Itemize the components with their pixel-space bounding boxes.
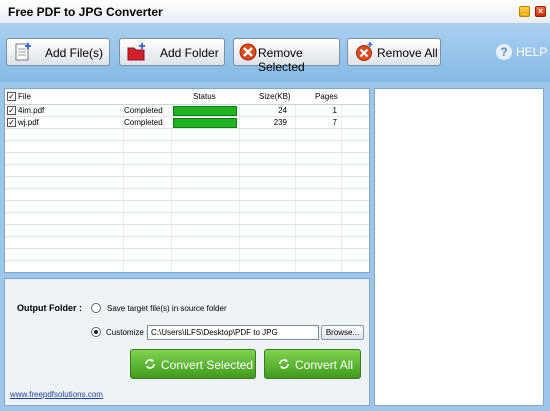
title-bar: Free PDF to JPG Converter _ × — [0, 0, 550, 24]
remove-selected-label: Remove Selected — [258, 46, 305, 74]
window-title: Free PDF to JPG Converter — [8, 5, 163, 19]
row-checkbox[interactable]: ✓ — [7, 118, 16, 127]
help-button[interactable]: ? HELP — [496, 44, 547, 60]
empty-row — [5, 201, 369, 213]
status-text: Completed — [124, 106, 163, 115]
file-list: ✓ File Status Size(KB) Pages ✓ 4im.pdf Com… — [4, 88, 370, 273]
output-panel: Output Folder : Save target file(s) in s… — [4, 278, 370, 406]
empty-row — [5, 261, 369, 272]
add-files-label: Add File(s) — [45, 46, 104, 60]
row-checkbox[interactable]: ✓ — [7, 106, 16, 115]
file-size: 239 — [273, 118, 287, 127]
convert-selected-label: Convert Selected — [161, 358, 254, 372]
output-path-field[interactable]: C:\Users\ILFS\Desktop\PDF to JPG — [147, 325, 319, 340]
close-button[interactable]: × — [535, 6, 546, 17]
minimize-button[interactable]: _ — [519, 6, 530, 17]
column-pages[interactable]: Pages — [315, 92, 338, 101]
help-label: HELP — [516, 45, 548, 59]
customize-label[interactable]: Customize : — [106, 328, 148, 337]
empty-row — [5, 249, 369, 261]
empty-row — [5, 237, 369, 249]
page-count: 7 — [332, 118, 337, 127]
empty-row — [5, 213, 369, 225]
empty-row — [5, 189, 369, 201]
empty-row — [5, 225, 369, 237]
column-status[interactable]: Status — [193, 92, 216, 101]
convert-icon — [279, 359, 289, 369]
empty-row — [5, 153, 369, 165]
browse-button[interactable]: Browse... — [321, 325, 364, 340]
convert-icon — [145, 359, 155, 369]
close-icon: × — [537, 6, 544, 16]
source-folder-radio[interactable] — [91, 303, 101, 313]
preview-pane — [374, 88, 544, 406]
convert-all-label: Convert All — [295, 358, 354, 372]
customize-radio[interactable] — [91, 327, 101, 337]
table-row[interactable]: ✓ 4im.pdf Completed 24 1 — [5, 105, 369, 117]
file-list-header: ✓ File Status Size(KB) Pages — [5, 89, 369, 105]
add-files-button[interactable]: Add File(s) — [6, 38, 110, 66]
minimize-icon: _ — [521, 6, 527, 16]
website-link[interactable]: www.freepdfsolutions.com — [10, 390, 103, 399]
column-size[interactable]: Size(KB) — [259, 92, 291, 101]
convert-selected-button[interactable]: Convert Selected — [130, 349, 256, 379]
column-file[interactable]: File — [18, 92, 31, 101]
empty-row — [5, 177, 369, 189]
add-file-icon — [15, 43, 31, 61]
table-row[interactable]: ✓ wj.pdf Completed 239 7 — [5, 117, 369, 129]
progress-bar — [173, 118, 237, 128]
status-text: Completed — [124, 118, 163, 127]
remove-icon — [239, 43, 257, 61]
empty-row — [5, 141, 369, 153]
output-folder-label: Output Folder : — [17, 303, 82, 313]
remove-all-button[interactable]: Remove All — [347, 38, 441, 66]
add-folder-label: Add Folder — [160, 46, 219, 60]
page-count: 1 — [332, 106, 337, 115]
remove-selected-button[interactable]: Remove Selected — [233, 38, 340, 74]
file-size: 24 — [278, 106, 287, 115]
empty-row — [5, 165, 369, 177]
add-folder-button[interactable]: Add Folder — [119, 38, 225, 66]
source-folder-label[interactable]: Save target file(s) in source folder — [107, 304, 227, 313]
empty-row — [5, 129, 369, 141]
select-all-checkbox[interactable]: ✓ — [7, 92, 16, 101]
remove-all-label: Remove All — [377, 46, 438, 60]
file-name: wj.pdf — [18, 118, 39, 127]
progress-bar — [173, 106, 237, 116]
help-icon: ? — [496, 44, 512, 60]
toolbar: Add File(s) Add Folder Remove Selected R… — [0, 24, 550, 82]
remove-all-icon — [356, 42, 373, 61]
add-folder-icon — [127, 43, 145, 61]
file-name: 4im.pdf — [18, 106, 45, 115]
convert-all-button[interactable]: Convert All — [264, 349, 361, 379]
